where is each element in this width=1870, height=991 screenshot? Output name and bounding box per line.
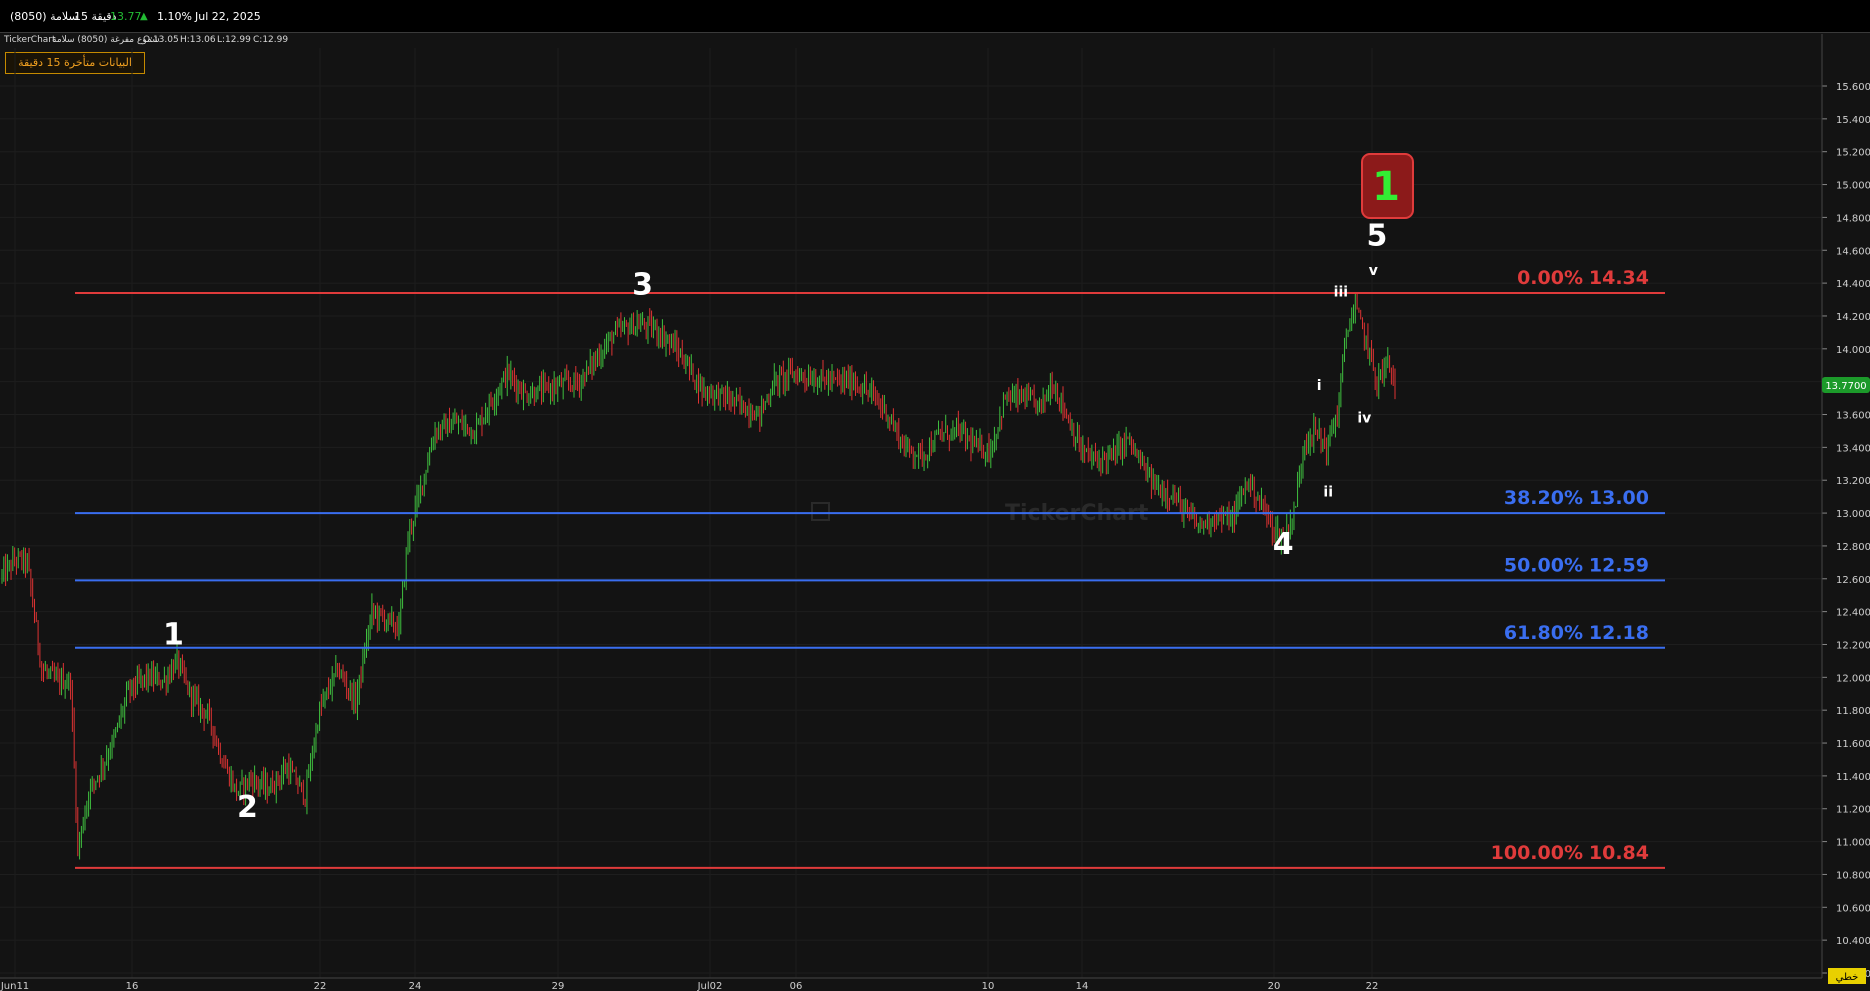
y-tick-label: 15.4000: [1836, 115, 1870, 126]
y-tick-label: 12.4000: [1836, 608, 1870, 619]
top-toolbar: سلامة (8050) 15 دقيقة 13.77 ▲ 1.10% Jul …: [0, 0, 1870, 33]
price-axis: 15.6000 15.4000 15.2000 15.0000 14.8000 14.60…: [1821, 34, 1870, 980]
y-tick-label: 14.6000: [1836, 246, 1870, 257]
fib-value-label: 14.34: [1589, 267, 1649, 289]
y-tick-label: 10.6000: [1836, 903, 1870, 914]
fib-percent-label: 38.20%: [1504, 487, 1583, 509]
scale-mode-button[interactable]: خطي: [1828, 968, 1866, 984]
fib-value-label: 12.59: [1589, 554, 1649, 576]
y-tick-label: 12.6000: [1836, 575, 1870, 586]
low-value: L:12.99: [217, 35, 251, 45]
y-tick-label: 10.8000: [1836, 870, 1870, 881]
y-tick-label: 13.8000: [1836, 378, 1870, 389]
scale-mode-label: خطي: [1836, 972, 1859, 983]
y-tick-label: 15.0000: [1836, 181, 1870, 192]
date-label: Jul 22, 2025: [195, 10, 261, 23]
x-tick-label: 14: [1076, 981, 1089, 991]
fib-percent-label: 50.00%: [1504, 554, 1583, 576]
y-tick-label: 10.4000: [1836, 936, 1870, 947]
wave-label: 3: [632, 268, 653, 303]
wave-label: ii: [1323, 485, 1333, 501]
fib-level[interactable]: 50.00% 12.59: [75, 554, 1665, 582]
source-label: TickerChart: [4, 35, 56, 45]
fib-level[interactable]: 61.80% 12.18: [75, 622, 1665, 649]
y-tick-label: 15.6000: [1836, 82, 1870, 93]
open-value: O:13.05: [143, 35, 179, 45]
y-tick-label: 11.6000: [1836, 739, 1870, 750]
x-tick-label: 22: [314, 981, 327, 991]
y-tick-label: 13.0000: [1836, 509, 1870, 520]
fib-level[interactable]: 0.00% 14.34: [75, 267, 1665, 294]
last-price: 13.77: [110, 10, 142, 23]
fib-value-label: 12.18: [1589, 622, 1649, 644]
y-tick-label: 12.2000: [1836, 640, 1870, 651]
x-tick-label: 22: [1366, 981, 1379, 991]
change-percent: 1.10%: [157, 10, 192, 23]
wave-count-badge: 1: [1361, 153, 1414, 219]
time-axis: Jun11 16 22 24 29 Jul02 06 10 14 20 22: [0, 977, 1822, 991]
y-tick-label: 11.8000: [1836, 706, 1870, 717]
x-tick-label: 24: [409, 981, 422, 991]
last-price-tag: 13.7700: [1822, 377, 1870, 393]
wave-label: 5: [1367, 218, 1388, 253]
y-tick-label: 11.0000: [1836, 838, 1870, 849]
grid-lines: [0, 48, 1822, 978]
y-tick-label: 10.2000: [1836, 969, 1870, 980]
y-tick-label: 13.2000: [1836, 476, 1870, 487]
y-tick-label: 14.0000: [1836, 345, 1870, 356]
last-price-tag-text: 13.7700: [1825, 381, 1866, 392]
x-tick-label: Jul02: [697, 981, 723, 991]
fib-value-label: 10.84: [1589, 842, 1649, 864]
y-tick-label: 12.8000: [1836, 542, 1870, 553]
wave-count-badge-number: 1: [1372, 164, 1400, 210]
fibonacci-levels: 0.00% 14.3438.20% 13.0050.00% 12.5961.80% 12…: [75, 267, 1665, 869]
x-tick-label: Jun11: [0, 981, 29, 991]
y-tick-label: 13.6000: [1836, 411, 1870, 422]
x-tick-label: 06: [790, 981, 803, 991]
y-tick-label: 15.2000: [1836, 148, 1870, 159]
fib-percent-label: 61.80%: [1504, 622, 1583, 644]
wave-label: 4: [1273, 527, 1294, 562]
wave-label: v: [1369, 263, 1378, 279]
y-tick-label: 13.4000: [1836, 443, 1870, 454]
watermark-icon: [811, 502, 830, 521]
wave-label: iii: [1334, 284, 1348, 300]
wave-label: iv: [1357, 411, 1371, 427]
fib-percent-label: 0.00%: [1517, 267, 1583, 289]
x-tick-label: 29: [552, 981, 565, 991]
wave-label: i: [1317, 378, 1322, 394]
close-value: C:12.99: [253, 35, 289, 45]
x-tick-label: 16: [126, 981, 139, 991]
y-tick-label: 14.2000: [1836, 312, 1870, 323]
high-value: H:13.06: [180, 35, 216, 45]
y-tick-label: 14.8000: [1836, 213, 1870, 224]
y-tick-label: 12.0000: [1836, 673, 1870, 684]
price-chart[interactable]: TickerChart 0.00% 14.34 38.20% 13.00 50.00% 1…: [0, 0, 1870, 991]
data-delay-notice: البيانات متأخرة 15 دقيقة: [5, 52, 145, 74]
wave-label: 1: [163, 617, 184, 652]
up-arrow-icon: ▲: [140, 11, 148, 22]
y-tick-label: 11.2000: [1836, 805, 1870, 816]
x-tick-label: 20: [1268, 981, 1281, 991]
wave-labels: 12345iiiiiiivv: [163, 218, 1387, 825]
watermark: TickerChart: [1005, 501, 1149, 526]
wave-label: 2: [237, 790, 258, 825]
x-tick-label: 10: [982, 981, 995, 991]
candlestick-series: [1, 292, 1396, 860]
y-tick-label: 14.4000: [1836, 279, 1870, 290]
symbol-name[interactable]: سلامة (8050): [10, 10, 78, 23]
fib-percent-label: 100.00%: [1491, 842, 1583, 864]
y-tick-label: 11.4000: [1836, 772, 1870, 783]
fib-level[interactable]: 38.20% 13.00: [75, 487, 1665, 515]
fib-value-label: 13.00: [1589, 487, 1649, 509]
fib-level[interactable]: 100.00% 10.84: [75, 842, 1665, 869]
